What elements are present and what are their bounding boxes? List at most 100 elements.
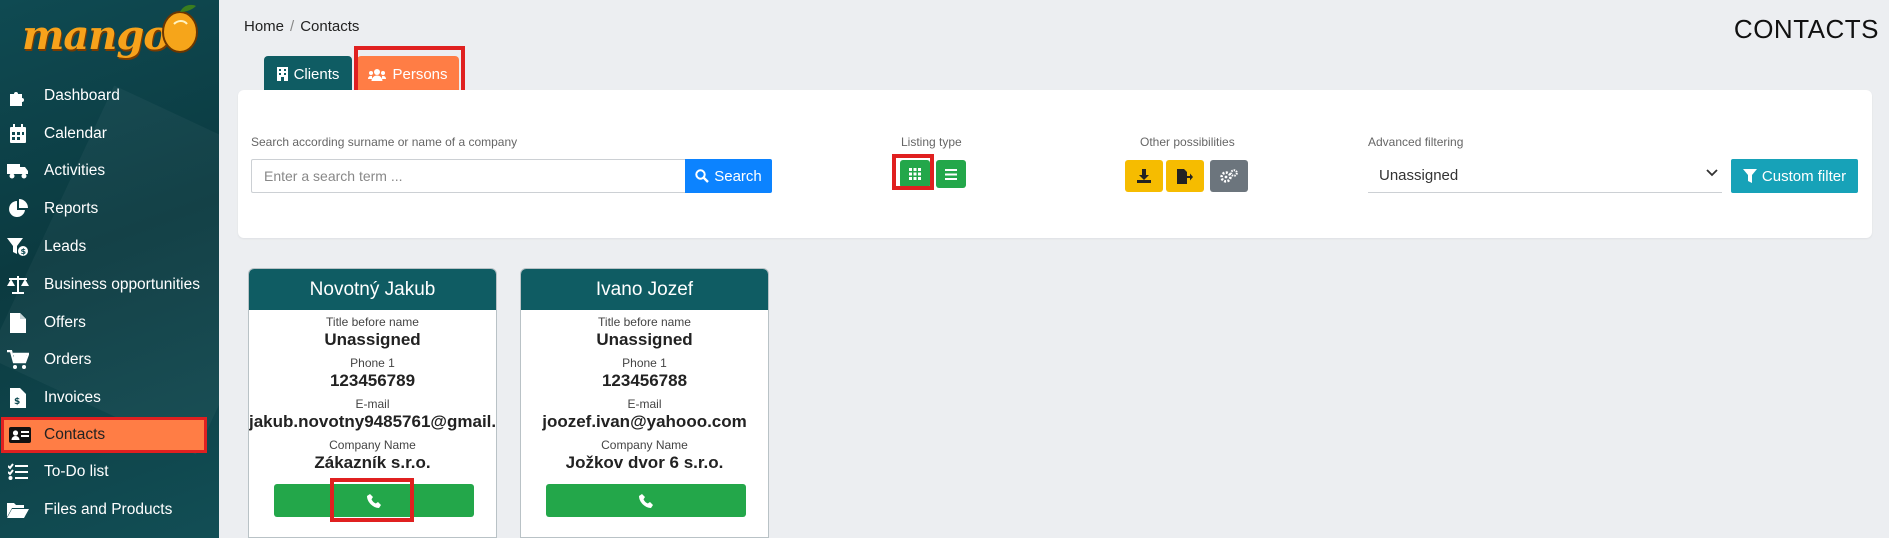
sidebar-item-label: Invoices — [44, 389, 101, 407]
sidebar-item-business-opportunities[interactable]: Business opportunities — [0, 266, 219, 304]
field-value: joozef.ivan@yahooo.com — [542, 412, 747, 431]
sidebar-item-label: Dashboard — [44, 86, 120, 104]
field-value: Zákazník s.r.o. — [314, 453, 431, 472]
sidebar-item-label: Files and Products — [44, 500, 173, 518]
list-icon — [945, 168, 957, 180]
tasks-icon — [6, 461, 30, 483]
sidebar-item-label: Activities — [44, 162, 106, 180]
contact-card-name[interactable]: Novotný Jakub — [249, 269, 496, 310]
search-icon — [695, 169, 710, 183]
sidebar-item-files-and-products[interactable]: Files and Products — [0, 491, 219, 529]
sidebar-item-calendar[interactable]: Calendar — [0, 115, 219, 153]
cogs-icon — [1220, 169, 1238, 183]
file-export-button[interactable] — [1166, 160, 1204, 192]
logo-text: mango — [22, 12, 170, 59]
sidebar-item-label: Orders — [44, 351, 92, 369]
download-button[interactable] — [1125, 160, 1163, 192]
call-button[interactable] — [546, 484, 746, 517]
field-value: 123456789 — [329, 371, 416, 390]
svg-text:$: $ — [21, 247, 27, 256]
sidebar-item-invoices[interactable]: $ Invoices — [0, 379, 219, 417]
page-title: CONTACTS — [1733, 14, 1879, 44]
contact-field: Title before name Unassigned — [249, 315, 496, 351]
breadcrumb: Home / Contacts — [244, 18, 359, 35]
field-label: Company Name — [601, 438, 688, 452]
field-value: Unassigned — [324, 330, 421, 349]
sidebar-item-label: Business opportunities — [44, 275, 200, 293]
sidebar-nav: Dashboard Calendar Activities Reports $ … — [0, 77, 219, 529]
settings-button[interactable] — [1210, 160, 1248, 192]
contact-field: Title before name Unassigned — [521, 315, 768, 351]
contact-field: Company Name Jožkov dvor 6 s.r.o. — [521, 438, 768, 474]
custom-filter-button[interactable]: Custom filter — [1731, 159, 1858, 193]
scales-icon — [6, 274, 30, 296]
building-icon — [276, 67, 288, 81]
sidebar-item-label: Reports — [44, 200, 99, 218]
contact-card: Novotný Jakub Title before name Unassign… — [248, 268, 497, 538]
sidebar-item-todo-list[interactable]: To-Do list — [0, 453, 219, 491]
grid-icon — [909, 168, 921, 180]
puzzle-icon — [6, 85, 30, 107]
phone-icon — [639, 493, 653, 508]
sidebar-item-dashboard[interactable]: Dashboard — [0, 77, 219, 115]
sidebar-item-label: Calendar — [44, 124, 107, 142]
users-icon — [368, 68, 387, 81]
search-button-label: Search — [714, 167, 762, 185]
breadcrumb-separator: / — [290, 18, 295, 35]
truck-icon — [6, 160, 30, 182]
field-label: E-mail — [355, 397, 390, 411]
sidebar-item-label: Leads — [44, 238, 87, 256]
grid-view-button[interactable] — [900, 160, 930, 188]
field-label: E-mail — [627, 397, 662, 411]
other-possibilities-label: Other possibilities — [1140, 135, 1235, 149]
sidebar-item-orders[interactable]: Orders — [0, 342, 219, 380]
sidebar-item-reports[interactable]: Reports — [0, 190, 219, 228]
field-label: Title before name — [598, 315, 691, 329]
listing-type-label: Listing type — [901, 135, 962, 149]
advanced-filtering-label: Advanced filtering — [1368, 135, 1464, 149]
tab-clients[interactable]: Clients — [264, 56, 352, 92]
folder-open-icon — [6, 499, 30, 521]
contact-field: Phone 1 123456789 — [249, 356, 496, 392]
invoice-icon: $ — [6, 387, 30, 409]
contact-field: E-mail joozef.ivan@yahooo.com — [521, 397, 768, 433]
calendar-icon — [6, 123, 30, 145]
search-button[interactable]: Search — [685, 159, 772, 193]
field-label: Phone 1 — [350, 356, 395, 370]
sidebar-item-leads[interactable]: $ Leads — [0, 228, 219, 266]
sidebar-item-label: Contacts — [44, 426, 106, 444]
list-view-button[interactable] — [936, 160, 966, 188]
sidebar-item-contacts[interactable]: Contacts — [1, 417, 207, 454]
filter-icon — [1742, 169, 1757, 183]
field-value: 123456788 — [601, 371, 688, 390]
field-label: Title before name — [326, 315, 419, 329]
download-icon — [1137, 169, 1151, 183]
field-value: Jožkov dvor 6 s.r.o. — [565, 453, 724, 472]
advanced-filter-select[interactable]: Unassigned — [1368, 159, 1722, 193]
contact-card-name[interactable]: Ivano Jozef — [521, 269, 768, 310]
contact-field: Phone 1 123456788 — [521, 356, 768, 392]
sidebar-item-offers[interactable]: Offers — [0, 304, 219, 342]
id-card-icon — [8, 424, 32, 446]
phone-icon — [367, 493, 381, 508]
tab-clients-label: Clients — [293, 65, 340, 83]
custom-filter-label: Custom filter — [1761, 167, 1847, 185]
call-button[interactable] — [274, 484, 474, 517]
cart-icon — [6, 349, 30, 371]
file-export-icon — [1177, 168, 1193, 184]
field-label: Company Name — [329, 438, 416, 452]
field-value: Unassigned — [596, 330, 693, 349]
sidebar-item-activities[interactable]: Activities — [0, 153, 219, 191]
contact-card: Ivano Jozef Title before name Unassigned… — [520, 268, 769, 538]
search-label: Search according surname or name of a co… — [251, 135, 518, 149]
advanced-filter-value: Unassigned — [1379, 167, 1459, 184]
sidebar-item-label: Offers — [44, 313, 86, 331]
search-input[interactable] — [251, 159, 685, 193]
tab-persons[interactable]: Persons — [357, 56, 459, 92]
contact-field: Company Name Zákazník s.r.o. — [249, 438, 496, 474]
pie-chart-icon — [6, 198, 30, 220]
contact-field: E-mail jakub.novotny9485761@gmail.com — [249, 397, 496, 433]
breadcrumb-home[interactable]: Home — [244, 18, 284, 35]
field-label: Phone 1 — [622, 356, 667, 370]
tab-persons-label: Persons — [392, 65, 448, 83]
